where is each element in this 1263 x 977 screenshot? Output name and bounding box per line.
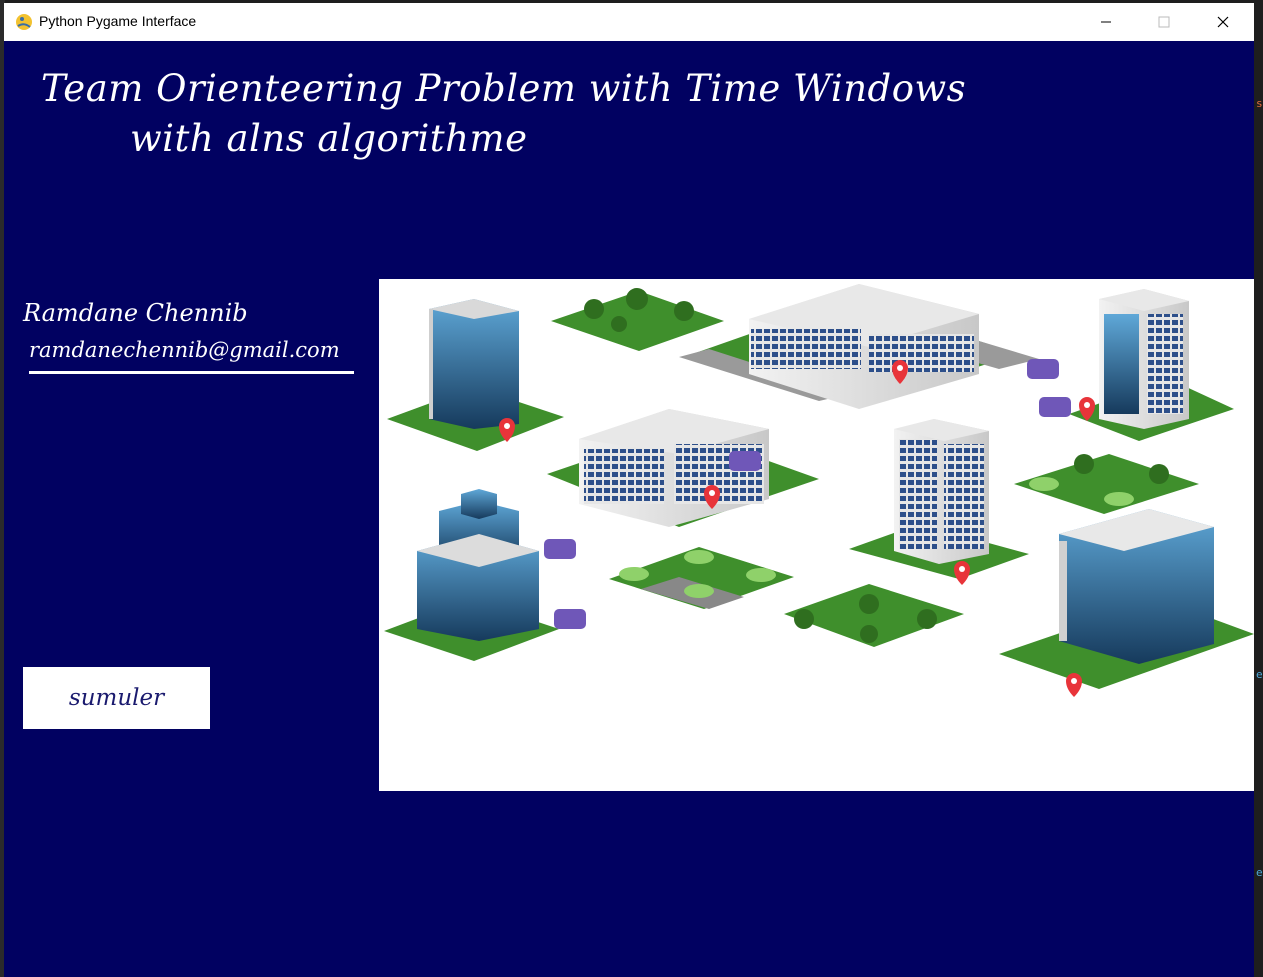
background-editor-glyph: e: [1256, 668, 1263, 681]
email-underline: [29, 371, 354, 374]
maximize-button[interactable]: [1135, 3, 1193, 41]
close-button[interactable]: [1194, 3, 1252, 41]
app-canvas: Team Orienteering Problem with Time Wind…: [4, 41, 1254, 977]
city-map-image: [384, 284, 1254, 697]
maximize-icon: [1158, 16, 1170, 28]
simulate-button[interactable]: sumuler: [23, 667, 210, 729]
pygame-snake-icon: [16, 14, 32, 30]
background-editor-glyph: e: [1256, 866, 1263, 879]
close-icon: [1217, 16, 1229, 28]
city-map-illustration: [379, 279, 1254, 791]
pygame-window: Python Pygame Interface Team Orienteerin…: [4, 3, 1254, 977]
background-editor-glyph: s: [1256, 97, 1263, 110]
page-title-line-2: with alns algorithme: [130, 117, 528, 160]
window-title: Python Pygame Interface: [39, 13, 197, 29]
page-title-line-1: Team Orienteering Problem with Time Wind…: [41, 67, 967, 110]
author-name: Ramdane Chennib: [23, 299, 248, 327]
author-email: ramdanechennib@gmail.com: [29, 338, 340, 362]
background-editor-strip-right: [1254, 0, 1263, 977]
minimize-button[interactable]: [1077, 3, 1135, 41]
minimize-icon: [1101, 21, 1111, 23]
title-bar[interactable]: Python Pygame Interface: [4, 3, 1254, 41]
